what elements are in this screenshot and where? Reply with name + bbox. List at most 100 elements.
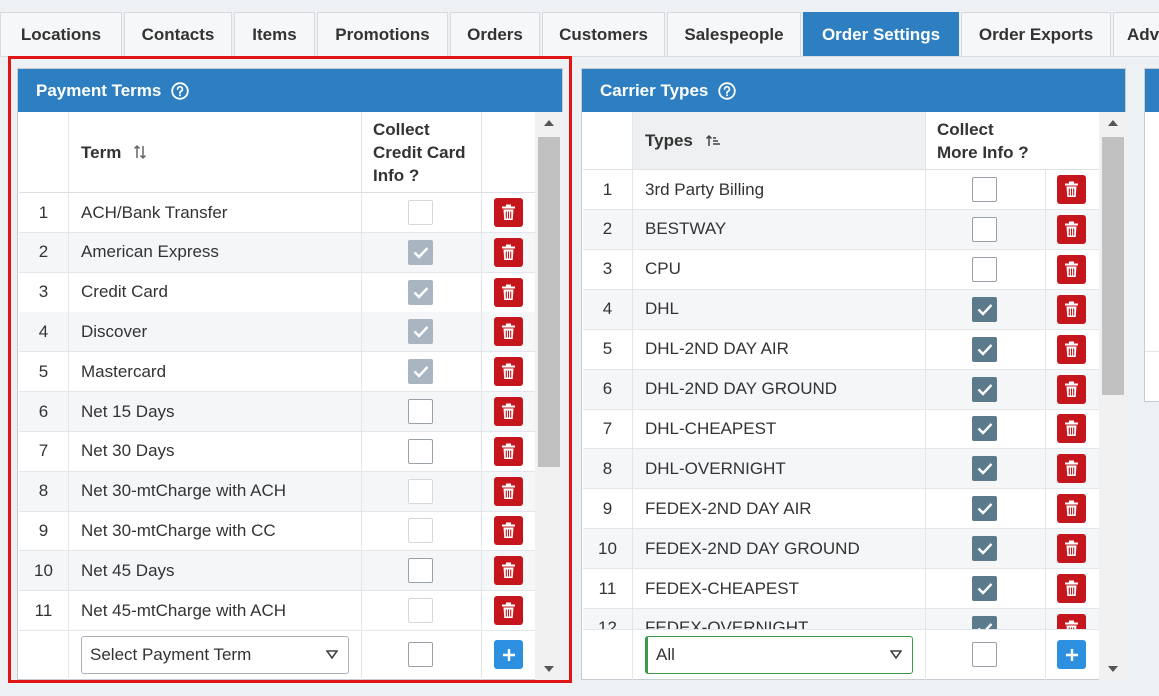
collect-more-info-checkbox[interactable] [972, 256, 997, 282]
collect-more-info-checkbox[interactable] [972, 216, 997, 242]
help-icon[interactable] [718, 81, 737, 100]
third-panel-header [1145, 69, 1159, 112]
carrier-type-name: DHL-2ND DAY GROUND [645, 379, 838, 398]
table-row: 1 3rd Party Billing [583, 170, 1099, 210]
delete-button[interactable] [1057, 494, 1086, 524]
row-number: 9 [602, 498, 613, 518]
row-number: 4 [602, 299, 613, 319]
collect-more-info-checkbox[interactable] [972, 496, 997, 522]
scroll-down-arrow[interactable] [1108, 666, 1118, 672]
delete-button[interactable] [1057, 334, 1086, 364]
delete-button[interactable] [1057, 374, 1086, 404]
carrier-type-name: CPU [645, 259, 681, 279]
delete-button[interactable] [1057, 613, 1086, 629]
tab-promotions[interactable]: Promotions [317, 12, 448, 56]
highlight-box [8, 56, 572, 683]
carrier-type-name: DHL-CHEAPEST [645, 418, 777, 438]
collect-more-info-checkbox[interactable] [972, 376, 997, 402]
chevron-down-icon [890, 650, 902, 659]
carrier-type-name: FEDEX-OVERNIGHT [645, 618, 809, 629]
table-row: 7 DHL-CHEAPEST [583, 409, 1099, 450]
trash-icon [1064, 341, 1079, 358]
collect-more-info-checkbox[interactable] [972, 456, 997, 482]
trash-icon [1064, 540, 1079, 557]
row-number: 2 [602, 219, 613, 239]
delete-button[interactable] [1057, 214, 1086, 244]
row-number: 1 [602, 179, 613, 199]
tab-order-exports[interactable]: Order Exports [961, 12, 1111, 56]
trash-icon [1064, 221, 1079, 238]
carrier-type-name: FEDEX-CHEAPEST [645, 578, 799, 598]
new-carrier-collect-checkbox[interactable] [972, 642, 997, 667]
collect-more-info-checkbox[interactable] [972, 615, 997, 629]
table-row: 9 FEDEX-2ND DAY AIR [583, 489, 1099, 530]
row-number: 12 [598, 618, 617, 629]
tab-contacts[interactable]: Contacts [124, 12, 232, 56]
carrier-types-header: Carrier Types [582, 69, 1125, 112]
tab-advanced[interactable]: Adv [1113, 12, 1159, 56]
row-number: 10 [598, 538, 617, 558]
carrier-type-name: DHL-OVERNIGHT [645, 458, 786, 478]
table-row: 8 DHL-OVERNIGHT [583, 449, 1099, 490]
scrollbar-thumb[interactable] [1102, 137, 1124, 395]
row-number: 11 [598, 578, 617, 598]
table-row: 5 DHL-2ND DAY AIR [583, 329, 1099, 370]
row-number: 8 [602, 458, 613, 478]
tab-order-settings[interactable]: Order Settings [803, 12, 959, 56]
carrier-type-select[interactable]: All [645, 636, 913, 674]
table-row: 11 FEDEX-CHEAPEST [583, 569, 1099, 609]
carrier-type-name: FEDEX-2ND DAY GROUND [645, 538, 860, 558]
table-row: 4 DHL [583, 289, 1099, 330]
row-number: 3 [602, 259, 613, 279]
row-number: 6 [602, 379, 613, 398]
delete-button[interactable] [1057, 534, 1086, 564]
delete-button[interactable] [1057, 254, 1086, 284]
table-row: 6 DHL-2ND DAY GROUND [583, 369, 1099, 410]
sort-ascending-icon[interactable] [705, 134, 721, 148]
collect-more-info-checkbox[interactable] [972, 177, 997, 202]
collect-more-info-column-header: Collect More Info ? [937, 119, 1029, 162]
delete-button[interactable] [1057, 574, 1086, 603]
delete-button[interactable] [1057, 414, 1086, 444]
table-row: 10 FEDEX-2ND DAY GROUND [583, 529, 1099, 570]
carrier-type-name: BESTWAY [645, 219, 727, 239]
tab-orders[interactable]: Orders [450, 12, 540, 56]
carrier-types-panel: Carrier Types Types Collect More Info ? … [581, 68, 1126, 680]
carrier-type-name: DHL [645, 299, 680, 319]
trash-icon [1064, 261, 1079, 278]
trash-icon [1064, 301, 1079, 318]
plus-icon [1065, 648, 1078, 661]
carrier-type-name: 3rd Party Billing [645, 179, 765, 199]
third-panel [1144, 68, 1159, 402]
delete-button[interactable] [1057, 175, 1086, 204]
carrier-types-title: Carrier Types [600, 80, 709, 100]
trash-icon [1064, 420, 1079, 437]
tab-bar: Locations Contacts Items Promotions Orde… [0, 12, 1159, 57]
collect-more-info-checkbox[interactable] [972, 296, 997, 322]
carrier-type-name: FEDEX-2ND DAY AIR [645, 498, 812, 518]
add-carrier-type-button[interactable] [1057, 640, 1086, 669]
delete-button[interactable] [1057, 454, 1086, 484]
carrier-types-scrollbar[interactable] [1099, 112, 1126, 680]
trash-icon [1064, 620, 1079, 629]
tab-items[interactable]: Items [234, 12, 315, 56]
trash-icon [1064, 580, 1079, 597]
row-number: 5 [602, 339, 613, 359]
tab-locations[interactable]: Locations [0, 12, 122, 56]
carrier-types-rows-viewport: 1 3rd Party Billing 2 BESTWAY 3 CPU 4 DHL 5 DHL-2… [583, 170, 1099, 629]
types-column-header[interactable]: Types [633, 112, 925, 169]
trash-icon [1064, 181, 1079, 198]
trash-icon [1064, 500, 1079, 517]
collect-more-info-checkbox[interactable] [972, 416, 997, 442]
trash-icon [1064, 381, 1079, 398]
collect-more-info-checkbox[interactable] [972, 576, 997, 601]
delete-button[interactable] [1057, 294, 1086, 324]
collect-more-info-checkbox[interactable] [972, 536, 997, 562]
trash-icon [1064, 460, 1079, 477]
scroll-up-arrow[interactable] [1108, 120, 1118, 126]
collect-more-info-checkbox[interactable] [972, 336, 997, 362]
tab-customers[interactable]: Customers [542, 12, 665, 56]
carrier-type-name: DHL-2ND DAY AIR [645, 339, 789, 359]
row-number: 7 [602, 418, 613, 438]
tab-salespeople[interactable]: Salespeople [667, 12, 801, 56]
